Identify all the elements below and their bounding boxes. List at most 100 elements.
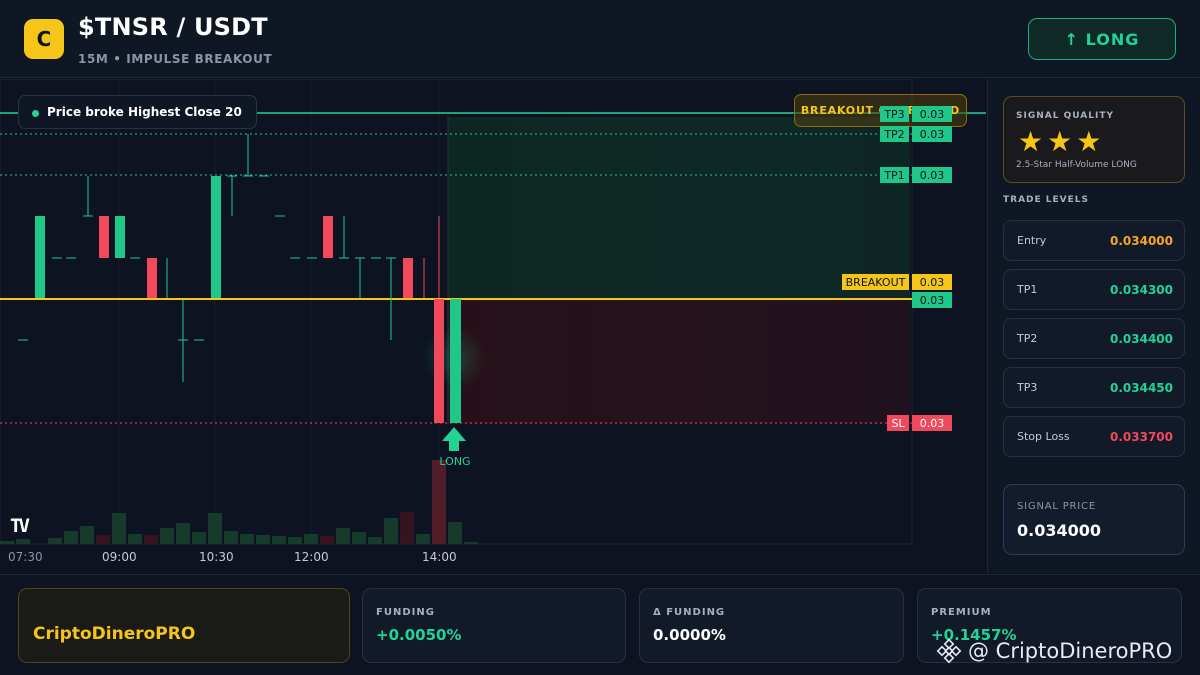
status-text: Price broke Highest Close 20 — [47, 105, 242, 119]
level-value: 0.034000 — [1109, 234, 1173, 248]
level-row-tp2: TP2 0.034400 — [1003, 318, 1185, 359]
star-rating-icon: ★★★ — [1018, 125, 1106, 158]
candle — [115, 216, 125, 258]
volume-bar — [96, 535, 110, 544]
breakout-tag-name: BREAKOUT — [842, 274, 909, 290]
footer: CriptoDineroPRO FUNDING +0.0050% Δ FUNDI… — [0, 574, 1200, 675]
level-value: 0.034300 — [1109, 283, 1173, 297]
volume-bar — [320, 536, 334, 544]
price-chart[interactable]: Price broke Highest Close 20 BREAKOUT CO… — [0, 79, 986, 573]
candle — [35, 216, 45, 298]
level-name: TP1 — [1017, 283, 1038, 296]
stat-title: Δ FUNDING — [653, 607, 726, 618]
timeframe-subtitle: 15M • IMPULSE BREAKOUT — [78, 52, 273, 66]
entry-tag-value: 0.03 — [912, 292, 952, 308]
breakout-status-pill: Price broke Highest Close 20 — [18, 95, 257, 129]
loss-zone — [448, 299, 910, 424]
volume-bar — [48, 538, 62, 544]
time-label: 07:30 — [8, 550, 43, 564]
tradingview-logo[interactable]: TV — [10, 515, 30, 537]
volume-bar — [144, 535, 158, 544]
trade-levels-title: TRADE LEVELS — [1003, 195, 1089, 205]
level-row-stop-loss: Stop Loss 0.033700 — [1003, 416, 1185, 457]
breakout-tag-value: 0.03 — [912, 274, 952, 290]
volume-bar — [208, 513, 222, 544]
long-arrow-icon — [442, 427, 466, 451]
volume-bar — [224, 531, 238, 544]
volume-bar — [416, 534, 430, 544]
volume-bar — [368, 537, 382, 544]
level-name: Entry — [1017, 234, 1047, 247]
level-value: 0.033700 — [1109, 430, 1173, 444]
watermark: @ CriptoDineroPRO — [936, 638, 1172, 664]
signal-panel: SIGNAL QUALITY ★★★ 2.5-Star Half-Volume … — [987, 79, 1200, 573]
volume-bar — [256, 535, 270, 544]
stat-title: FUNDING — [376, 607, 435, 618]
volume-bar — [336, 528, 350, 544]
volume-bar — [64, 531, 78, 544]
tp1-tag-value: 0.03 — [912, 167, 952, 183]
volume-bar — [128, 534, 142, 544]
tp3-tag-name: TP3 — [880, 106, 909, 122]
volume-bar — [160, 528, 174, 544]
candle — [99, 216, 109, 258]
level-name: TP3 — [1017, 381, 1038, 394]
long-signal-label: LONG — [439, 455, 471, 468]
volume-bars — [0, 460, 478, 544]
volume-bar — [272, 536, 286, 544]
candle — [147, 258, 157, 298]
volume-bar — [304, 534, 318, 544]
signal-price-title: SIGNAL PRICE — [1017, 501, 1096, 512]
level-row-entry: Entry 0.034000 — [1003, 220, 1185, 261]
stat-value: +0.0050% — [376, 626, 462, 644]
tp3-tag-value: 0.03 — [912, 106, 952, 122]
brand-card: CriptoDineroPRO — [18, 588, 350, 663]
candle — [323, 216, 333, 258]
candle — [211, 176, 221, 298]
time-label: 12:00 — [294, 550, 329, 564]
profit-zone — [448, 117, 910, 299]
watermark-text: @ CriptoDineroPRO — [968, 639, 1173, 663]
level-name: TP2 — [1017, 332, 1038, 345]
level-name: Stop Loss — [1017, 430, 1070, 443]
signal-price-card: SIGNAL PRICE 0.034000 — [1003, 484, 1185, 555]
volume-bar — [112, 513, 126, 544]
volume-bar — [192, 532, 206, 544]
pair-title: $TNSR / USDT — [78, 13, 268, 41]
tp2-tag-name: TP2 — [880, 126, 909, 142]
volume-bar — [464, 542, 478, 544]
delta-funding-card: Δ FUNDING 0.0000% — [639, 588, 904, 663]
signal-quality-card: SIGNAL QUALITY ★★★ 2.5-Star Half-Volume … — [1003, 96, 1185, 183]
volume-bar — [352, 532, 366, 544]
level-value: 0.034400 — [1109, 332, 1173, 346]
coin-logo: C — [24, 19, 64, 59]
tp1-tag-name: TP1 — [880, 167, 909, 183]
signal-quality-title: SIGNAL QUALITY — [1016, 111, 1114, 121]
time-label: 10:30 — [199, 550, 234, 564]
candle — [434, 299, 444, 423]
volume-bar — [16, 539, 30, 544]
level-row-tp1: TP1 0.034300 — [1003, 269, 1185, 310]
sl-tag-value: 0.03 — [912, 415, 952, 431]
volume-bar — [176, 523, 190, 544]
header: C $TNSR / USDT 15M • IMPULSE BREAKOUT ↑ … — [0, 0, 1200, 78]
volume-bar — [80, 526, 94, 544]
brand-name: CriptoDineroPRO — [33, 624, 196, 644]
signal-price-value: 0.034000 — [1017, 521, 1102, 540]
stat-value: 0.0000% — [653, 626, 726, 644]
long-direction-button[interactable]: ↑ LONG — [1028, 18, 1176, 60]
signal-quality-description: 2.5-Star Half-Volume LONG — [1016, 160, 1137, 170]
candles — [18, 134, 461, 423]
level-value: 0.034450 — [1109, 381, 1173, 395]
volume-bar — [448, 522, 462, 544]
status-dot-icon — [32, 110, 39, 117]
binance-icon — [936, 638, 962, 664]
candle — [403, 258, 413, 298]
level-row-tp3: TP3 0.034450 — [1003, 367, 1185, 408]
volume-bar — [384, 518, 398, 544]
tp2-tag-value: 0.03 — [912, 126, 952, 142]
time-label: 09:00 — [102, 550, 137, 564]
volume-bar — [240, 534, 254, 544]
candle — [450, 299, 461, 423]
stat-title: PREMIUM — [931, 607, 992, 618]
